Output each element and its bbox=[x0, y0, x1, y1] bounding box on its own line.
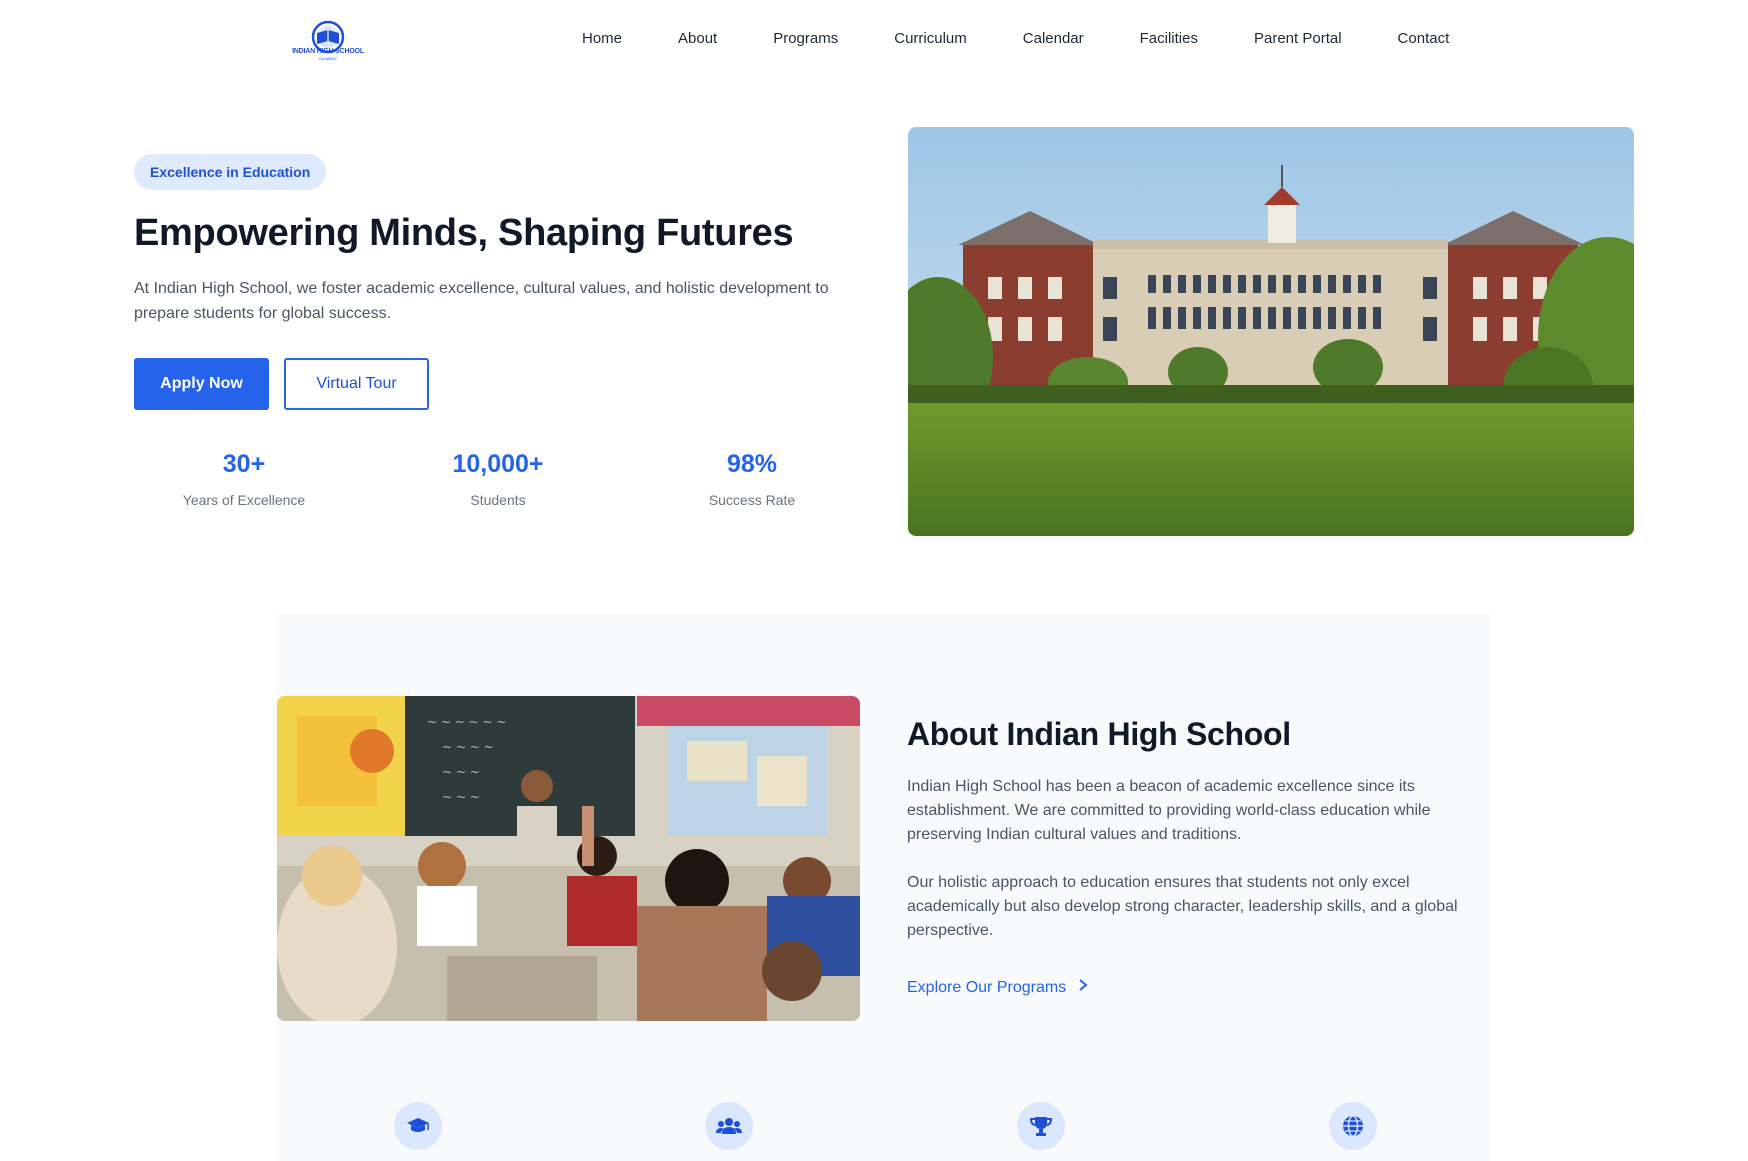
nav-facilities[interactable]: Facilities bbox=[1140, 29, 1198, 49]
about-paragraph-2: Our holistic approach to education ensur… bbox=[907, 874, 1458, 939]
hero-badge: Excellence in Education bbox=[134, 154, 327, 190]
svg-text:~ ~ ~: ~ ~ ~ bbox=[442, 790, 480, 804]
classroom-photo: ~ ~ ~ ~ ~ ~ ~ ~ ~ ~ ~ ~ ~ ~ ~ ~ bbox=[277, 696, 860, 1021]
stats-row: 30+ Years of Excellence 10,000+ Students… bbox=[134, 448, 894, 518]
svg-text:~ ~ ~ ~: ~ ~ ~ ~ bbox=[442, 740, 494, 754]
nav-calendar[interactable]: Calendar bbox=[1023, 29, 1084, 49]
chevron-right-icon bbox=[1078, 976, 1088, 1000]
nav-programs[interactable]: Programs bbox=[773, 29, 838, 49]
nav-contact[interactable]: Contact bbox=[1398, 29, 1450, 49]
nav-curriculum[interactable]: Curriculum bbox=[894, 29, 967, 49]
trophy-icon bbox=[1017, 1102, 1065, 1150]
school-building-photo bbox=[908, 127, 1634, 536]
stat-years: 30+ Years of Excellence bbox=[134, 448, 354, 510]
about-paragraph-1: Indian High School has been a beacon of … bbox=[907, 778, 1431, 843]
stat-label: Students bbox=[470, 492, 526, 508]
main-nav: Home About Programs Curriculum Calendar … bbox=[582, 29, 1449, 49]
explore-programs-link[interactable]: Explore Our Programs bbox=[907, 976, 1088, 1000]
classroom-image: ~ ~ ~ ~ ~ ~ ~ ~ ~ ~ ~ ~ ~ ~ ~ ~ bbox=[277, 696, 860, 1021]
hero-title: Empowering Minds, Shaping Futures bbox=[134, 212, 794, 254]
stat-success-rate: 98% Success Rate bbox=[642, 448, 862, 510]
stat-value: 98% bbox=[726, 450, 778, 478]
graduation-cap-icon bbox=[394, 1102, 442, 1150]
logo-text: INDIAN HIGH SCHOOL bbox=[292, 48, 364, 55]
svg-text:~ ~ ~ ~ ~ ~: ~ ~ ~ ~ ~ ~ bbox=[427, 715, 506, 729]
stat-label: Years of Excellence bbox=[182, 492, 306, 508]
nav-home[interactable]: Home bbox=[582, 29, 622, 49]
nav-about[interactable]: About bbox=[678, 29, 717, 49]
apply-now-button[interactable]: Apply Now bbox=[134, 358, 269, 410]
school-building-image bbox=[908, 127, 1634, 536]
svg-text:~ ~ ~: ~ ~ ~ bbox=[442, 765, 480, 779]
hero-description: At Indian High School, we foster academi… bbox=[134, 280, 829, 322]
explore-programs-label: Explore Our Programs bbox=[907, 979, 1067, 996]
school-logo[interactable]: INDIAN HIGH SCHOOL GUJARAT bbox=[288, 18, 368, 62]
nav-parent-portal[interactable]: Parent Portal bbox=[1254, 29, 1342, 49]
users-icon bbox=[705, 1102, 753, 1150]
logo-subtext: GUJARAT bbox=[318, 56, 338, 61]
virtual-tour-button[interactable]: Virtual Tour bbox=[284, 358, 429, 410]
globe-icon bbox=[1329, 1102, 1377, 1150]
about-title: About Indian High School bbox=[907, 716, 1291, 752]
site-header: INDIAN HIGH SCHOOL GUJARAT Home About Pr… bbox=[0, 0, 1748, 78]
stat-label: Success Rate bbox=[708, 492, 796, 508]
stat-value: 10,000+ bbox=[452, 450, 544, 478]
stat-value: 30+ bbox=[222, 450, 266, 478]
stat-students: 10,000+ Students bbox=[388, 448, 608, 510]
